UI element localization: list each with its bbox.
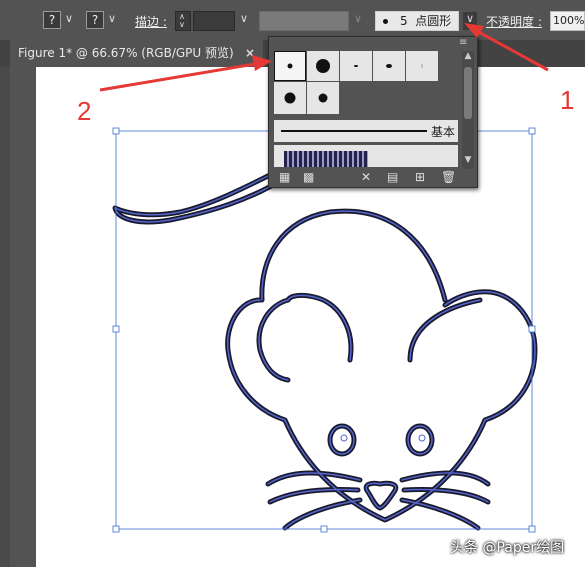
brush-thumb-thin[interactable] (406, 51, 438, 81)
panel-footer: ▦ ▩ ✕ ▤ ⊞ 🗑 (269, 169, 477, 187)
brush-thumb-round-medium[interactable] (274, 82, 306, 114)
options-icon[interactable]: ▤ (387, 170, 398, 184)
brush-thumb-calligraphic[interactable] (340, 51, 372, 81)
scroll-up-icon[interactable]: ▲ (462, 51, 474, 61)
selection-handle[interactable] (528, 525, 536, 533)
brush-thumb-oval[interactable] (373, 51, 405, 81)
panel-scrollbar[interactable]: ▲ ▼ (462, 51, 474, 169)
basic-brush-row[interactable]: 基本 (274, 120, 458, 142)
annotation-number-2: 2 (77, 96, 92, 126)
selection-handle[interactable] (112, 525, 120, 533)
annotation-number-1: 1 (560, 85, 575, 115)
selection-handle[interactable] (528, 325, 536, 333)
pattern-brush-row[interactable] (274, 145, 458, 167)
brush-thumb-5pt-round[interactable] (274, 51, 306, 81)
basic-stroke-preview (281, 130, 427, 132)
panel-menu-icon[interactable]: ≡ (459, 37, 467, 48)
scroll-down-icon[interactable]: ▼ (462, 155, 474, 165)
selection-handle[interactable] (112, 325, 120, 333)
new-brush-icon[interactable]: ⊞ (415, 170, 425, 184)
basic-label: 基本 (431, 125, 456, 139)
mouse-artwork[interactable] (112, 167, 538, 531)
library-icon[interactable]: ▦ (279, 170, 290, 184)
scroll-thumb[interactable] (464, 67, 472, 119)
brush-thumb-large-round[interactable] (307, 51, 339, 81)
selection-handle[interactable] (528, 127, 536, 135)
watermark: 头条 @Paper绘图 (450, 540, 565, 556)
pattern-brush-preview (284, 151, 368, 167)
delete-icon[interactable]: 🗑 (441, 170, 456, 184)
brush-thumb-round-small[interactable] (307, 82, 339, 114)
brushes-panel: 基本 ▲ ▼ ≡ ▦ ▩ ✕ ▤ ⊞ 🗑 (268, 36, 478, 188)
brush-libraries-icon[interactable]: ▩ (303, 170, 314, 184)
selection-handle[interactable] (320, 525, 328, 533)
selection-handle[interactable] (112, 127, 120, 135)
remove-stroke-icon[interactable]: ✕ (361, 170, 371, 184)
